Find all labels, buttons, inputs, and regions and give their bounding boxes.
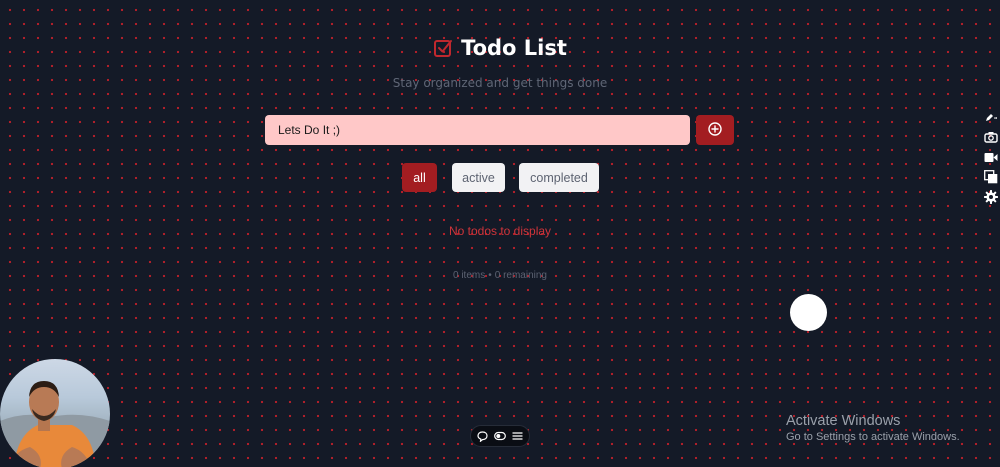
todo-counter: 0 items • 0 remaining (0, 270, 1000, 281)
filter-completed-button[interactable]: completed (519, 163, 599, 192)
windows-activation-notice: Activate Windows Go to Settings to activ… (786, 413, 960, 443)
remaining-count: 0 remaining (494, 270, 547, 281)
side-toolbar (982, 110, 1000, 204)
items-count: 0 items (452, 270, 486, 281)
page-subtitle: Stay organized and get things done (392, 76, 608, 90)
camera-icon[interactable] (984, 130, 998, 144)
filter-all-button[interactable]: all (402, 163, 437, 192)
todo-input[interactable] (265, 115, 690, 145)
cursor-highlight (790, 294, 827, 331)
app-header: Todo List (0, 36, 1000, 60)
pen-icon[interactable] (984, 110, 998, 124)
toggle-icon[interactable] (494, 430, 506, 442)
comment-icon[interactable] (477, 430, 489, 442)
add-todo-button[interactable] (696, 115, 734, 145)
windows-icon[interactable] (984, 170, 998, 184)
video-icon[interactable] (984, 150, 998, 164)
menu-icon[interactable] (512, 430, 524, 442)
webcam-avatar (0, 359, 110, 467)
empty-state-message: No todos to display (448, 224, 552, 238)
plus-circle-icon (708, 121, 722, 140)
gear-icon[interactable] (984, 190, 998, 204)
filter-active-button[interactable]: active (452, 163, 505, 192)
activation-heading: Activate Windows (786, 413, 901, 429)
bottom-toolbar (470, 425, 530, 447)
counter-separator: • (488, 270, 492, 281)
activation-detail: Go to Settings to activate Windows. (786, 431, 960, 443)
checkbox-icon (433, 38, 453, 58)
page-title: Todo List (461, 36, 567, 60)
